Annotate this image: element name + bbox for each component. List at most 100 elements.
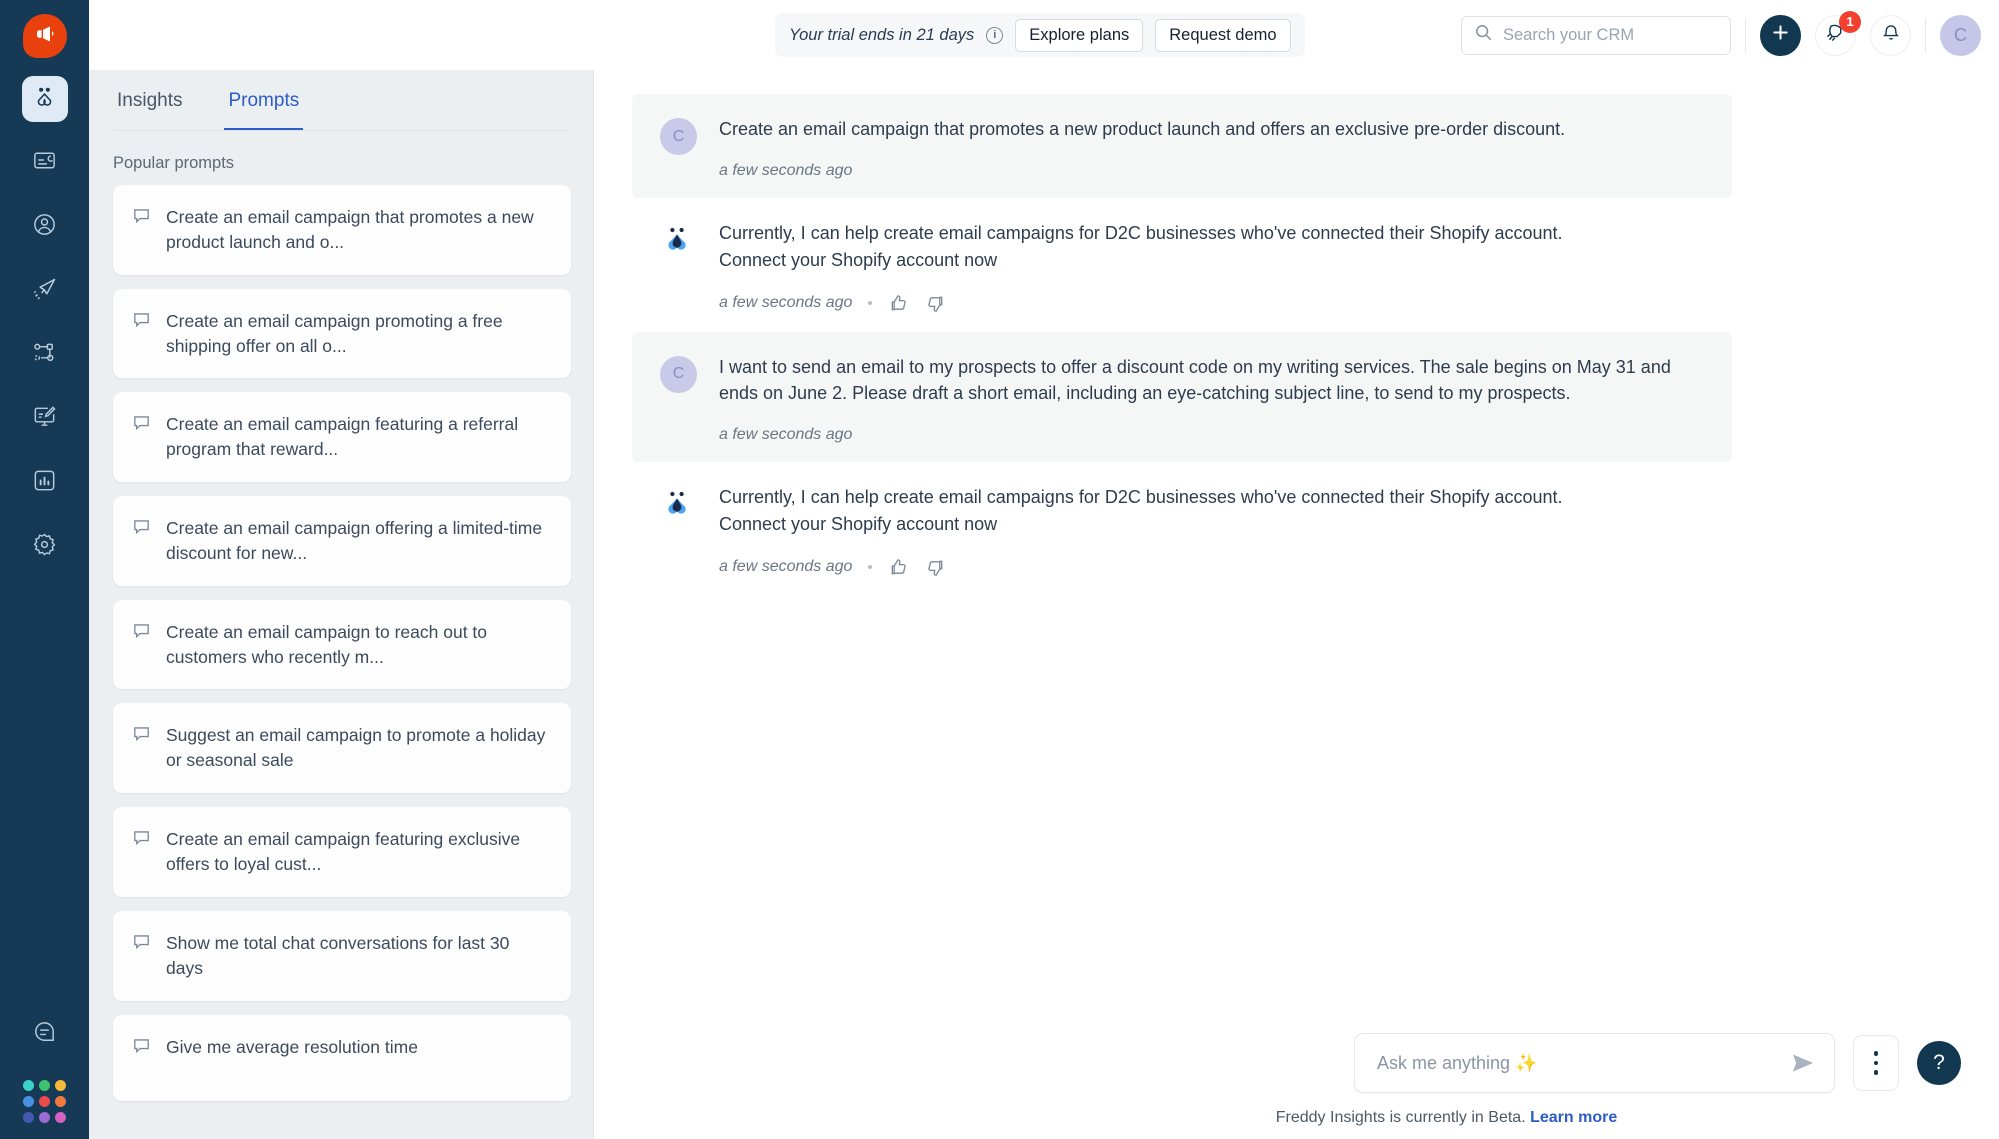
launch-button[interactable]: 1 [1815, 10, 1861, 56]
send-button[interactable] [1780, 1050, 1816, 1076]
prompt-card-text: Give me average resolution time [166, 1036, 418, 1057]
sidebar-item-web-forms[interactable] [22, 396, 68, 442]
info-icon[interactable]: i [986, 26, 1004, 44]
thumbs-up-icon[interactable] [888, 557, 909, 578]
message-timestamp: a few seconds ago [719, 558, 853, 576]
prompt-card[interactable]: Create an email campaign offering a limi… [113, 496, 571, 586]
chat-support-button[interactable] [22, 1012, 68, 1058]
prompts-panel: Insights Prompts Popular prompts Create … [89, 70, 594, 1139]
message-timestamp: a few seconds ago [719, 426, 853, 444]
tab-prompts[interactable]: Prompts [224, 70, 304, 131]
message-list: C Create an email campaign that promotes… [594, 70, 1999, 1033]
kebab-menu-icon [1873, 1070, 1879, 1075]
freddy-bot-icon [660, 222, 697, 259]
meta-separator [868, 565, 873, 570]
top-header: Your trial ends in 21 days i Explore pla… [89, 0, 1999, 70]
prompt-card[interactable]: Create an email campaign promoting a fre… [113, 288, 571, 379]
rail-bottom-items [22, 1012, 68, 1123]
chat-bubble-icon [131, 516, 152, 542]
header-divider-2 [1925, 18, 1926, 52]
prompt-card[interactable]: Create an email campaign featuring a ref… [113, 392, 571, 483]
bar-chart-icon [31, 467, 58, 499]
panel-tabs: Insights Prompts [89, 70, 593, 131]
composer-area: ? Freddy Insights is currently in Beta. … [594, 1033, 1999, 1139]
sidebar-item-contacts[interactable] [22, 204, 68, 250]
message-body: Create an email campaign that promotes a… [719, 116, 1704, 180]
tabs-divider [113, 130, 569, 131]
add-button[interactable] [1760, 14, 1801, 56]
message-body: Currently, I can help create email campa… [719, 484, 1634, 578]
app-dot [39, 1080, 50, 1091]
paper-plane-icon [31, 275, 59, 308]
sidebar-item-inbox[interactable] [22, 140, 68, 186]
sidebar-item-freddy-ai[interactable] [21, 76, 68, 122]
chat-bubble-icon [131, 827, 152, 853]
sidebar-item-workflows[interactable] [22, 332, 68, 378]
explore-plans-button[interactable]: Explore plans [1015, 18, 1144, 52]
message-meta: a few seconds ago [719, 162, 1704, 180]
notifications-button[interactable] [1870, 14, 1911, 56]
prompt-card[interactable]: Create an email campaign that promotes a… [113, 185, 571, 275]
prompt-card[interactable]: Suggest an email campaign to promote a h… [113, 703, 571, 794]
rail-items [21, 76, 68, 570]
chat-bubble-icon [131, 309, 152, 335]
beta-text: Freddy Insights is currently in Beta. [1275, 1109, 1526, 1126]
prompt-card[interactable]: Create an email campaign featuring exclu… [113, 807, 571, 897]
left-icon-rail [0, 0, 89, 1139]
card-inbox-icon [31, 147, 58, 179]
request-demo-button[interactable]: Request demo [1155, 18, 1291, 52]
body-split: Insights Prompts Popular prompts Create … [89, 70, 1999, 1139]
chat-bubble-icon [131, 620, 152, 646]
plus-icon [1771, 23, 1790, 47]
message-text: I want to send an email to my prospects … [719, 356, 1671, 404]
message-composer[interactable] [1354, 1033, 1835, 1093]
message-body: Currently, I can help create email campa… [719, 220, 1634, 314]
chat-bubble-icon [31, 1019, 58, 1051]
workflow-nodes-icon [31, 339, 58, 371]
user-avatar[interactable]: C [1940, 14, 1981, 56]
help-button[interactable]: ? [1917, 1041, 1961, 1085]
global-search[interactable] [1461, 15, 1731, 55]
message-timestamp: a few seconds ago [719, 294, 853, 312]
learn-more-link[interactable]: Learn more [1530, 1109, 1617, 1126]
ask-input[interactable] [1377, 1052, 1780, 1074]
beta-footnote: Freddy Insights is currently in Beta. Le… [894, 1093, 1999, 1127]
chat-message-user: C Create an email campaign that promotes… [632, 94, 1732, 199]
app-switcher-button[interactable] [23, 1080, 66, 1123]
thumbs-up-icon[interactable] [888, 293, 909, 314]
sidebar-item-campaigns[interactable] [22, 268, 68, 314]
tab-insights[interactable]: Insights [113, 70, 186, 131]
sidebar-item-reports[interactable] [22, 460, 68, 506]
prompt-card-text: Create an email campaign that promotes a… [166, 207, 534, 252]
composer-row: ? [1354, 1033, 1999, 1093]
trial-banner: Your trial ends in 21 days i Explore pla… [775, 13, 1305, 57]
chat-bubble-icon [131, 412, 152, 438]
app-dot [23, 1080, 34, 1091]
prompt-card-text: Create an email campaign featuring a ref… [166, 414, 519, 460]
prompt-card[interactable]: Show me total chat conversations for las… [113, 910, 571, 1001]
launch-badge: 1 [1839, 10, 1861, 33]
thumbs-down-icon[interactable] [925, 557, 946, 578]
person-circle-icon [31, 211, 58, 243]
chat-bubble-icon [131, 205, 152, 231]
chat-message-user: C I want to send an email to my prospect… [632, 331, 1732, 463]
prompt-card[interactable]: Give me average resolution time [113, 1014, 571, 1101]
app-dot [23, 1096, 34, 1107]
gear-icon [31, 531, 58, 563]
trial-text: Your trial ends in 21 days [789, 25, 975, 44]
freddy-bot-icon [660, 486, 697, 523]
main-area: Your trial ends in 21 days i Explore pla… [89, 0, 1999, 1139]
thumbs-down-icon[interactable] [925, 293, 946, 314]
app-dot [39, 1096, 50, 1107]
composer-more-button[interactable] [1853, 1035, 1899, 1091]
app-dot [23, 1112, 34, 1123]
app-dot [55, 1112, 66, 1123]
sidebar-item-settings[interactable] [22, 524, 68, 570]
search-input[interactable] [1503, 25, 1718, 45]
prompt-card[interactable]: Create an email campaign to reach out to… [113, 599, 571, 690]
chat-bubble-icon [131, 1035, 152, 1061]
message-timestamp: a few seconds ago [719, 162, 853, 180]
app-dot [55, 1080, 66, 1091]
freshworks-logo[interactable] [22, 14, 67, 58]
chat-bubble-icon [131, 723, 152, 749]
